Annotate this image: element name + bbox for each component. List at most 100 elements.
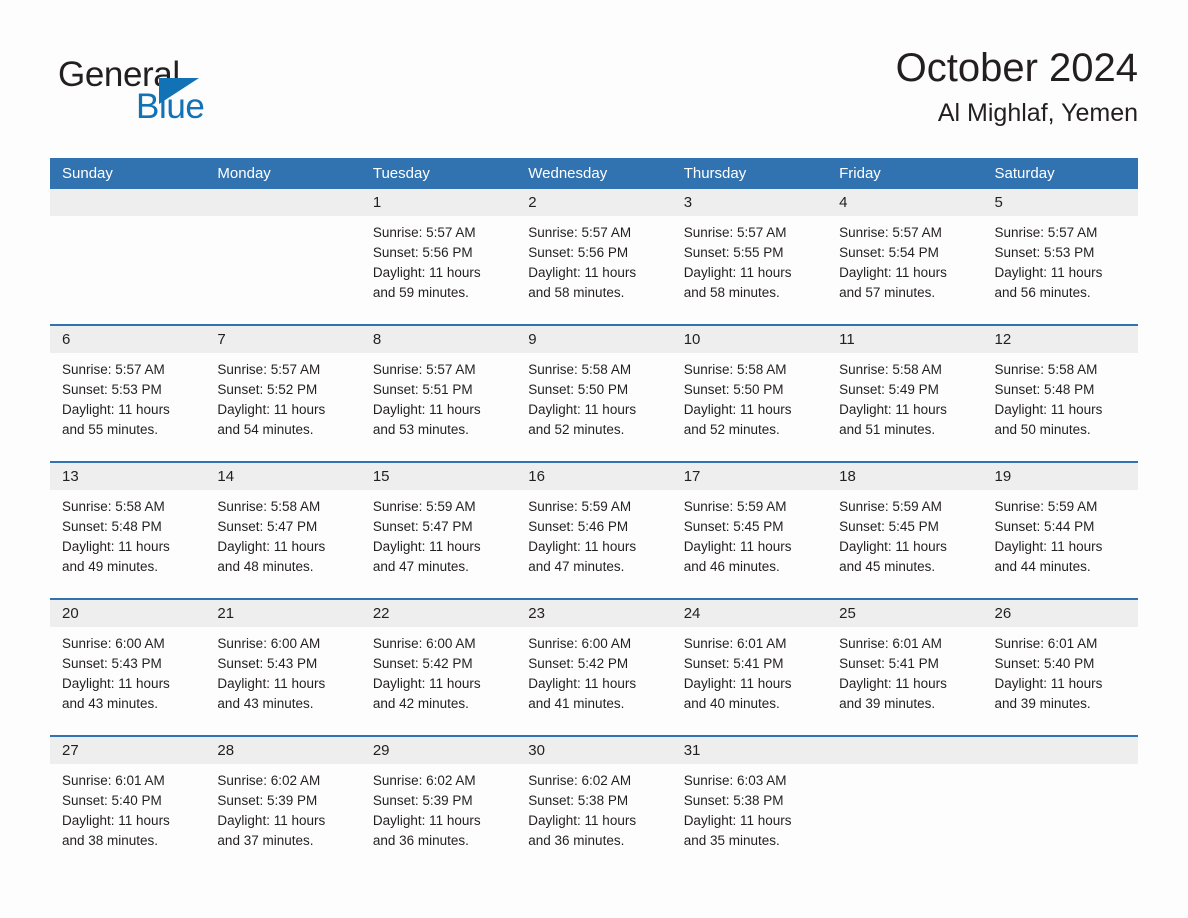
daylight-text-line2: and 47 minutes. [372, 559, 469, 574]
daylight-text-line1: Daylight: 11 hours [839, 539, 947, 554]
calendar-weeks: 1 2 3 4 5 Sunrise: 5:57 AM Sunset: 5:56 PM Dayl… [50, 189, 1138, 872]
sunset-text: Sunset: 5:44 PM [994, 519, 1095, 534]
daylight-text-line1: Daylight: 11 hours [528, 676, 637, 691]
day-number[interactable]: 22 [361, 600, 516, 627]
general-blue-logo[interactable]: General Blue [58, 56, 308, 132]
day-number[interactable]: 9 [516, 326, 671, 353]
day-cell[interactable]: Sunrise: 6:00 AM Sunset: 5:43 PM Daylight:… [205, 627, 360, 735]
day-cell[interactable]: Sunrise: 6:00 AM Sunset: 5:42 PM Daylight:… [361, 627, 516, 735]
daylight-text-line2: and 40 minutes. [683, 696, 780, 711]
day-cell[interactable]: Sunrise: 6:01 AM Sunset: 5:40 PM Daylight:… [983, 627, 1138, 735]
daylight-text-line1: Daylight: 11 hours [994, 402, 1103, 417]
day-cell[interactable]: Sunrise: 5:57 AM Sunset: 5:54 PM Daylight:… [827, 216, 982, 324]
day-cell[interactable]: Sunrise: 5:57 AM Sunset: 5:56 PM Daylight:… [516, 216, 671, 324]
weekday-header-tuesday: Tuesday [372, 165, 430, 182]
day-number[interactable]: 12 [983, 326, 1138, 353]
daylight-text-line1: Daylight: 11 hours [528, 539, 637, 554]
day-number[interactable]: 15 [361, 463, 516, 490]
day-number[interactable]: 23 [516, 600, 671, 627]
sunset-text: Sunset: 5:49 PM [839, 382, 939, 397]
day-number[interactable]: 19 [983, 463, 1138, 490]
day-cell-empty [50, 216, 205, 324]
day-cell[interactable]: Sunrise: 5:59 AM Sunset: 5:47 PM Daylight:… [361, 490, 516, 598]
day-cell[interactable]: Sunrise: 6:00 AM Sunset: 5:42 PM Daylight:… [516, 627, 671, 735]
sunrise-text: Sunrise: 5:59 AM [994, 499, 1098, 514]
day-number[interactable]: 10 [672, 326, 827, 353]
daylight-text-line2: and 45 minutes. [839, 559, 936, 574]
day-number[interactable]: 1 [361, 189, 516, 216]
title-block: October 2024 Al Mighlaf, Yemen [896, 44, 1138, 128]
sunset-text: Sunset: 5:52 PM [217, 382, 318, 397]
day-number[interactable]: 24 [672, 600, 827, 627]
day-cell[interactable]: Sunrise: 6:03 AM Sunset: 5:38 PM Daylight:… [672, 764, 827, 872]
day-cell[interactable]: Sunrise: 5:57 AM Sunset: 5:53 PM Daylight:… [983, 216, 1138, 324]
day-number[interactable]: 20 [50, 600, 205, 627]
day-cell-empty [205, 216, 360, 324]
day-number[interactable]: 28 [205, 737, 360, 764]
day-cell[interactable]: Sunrise: 5:57 AM Sunset: 5:56 PM Daylight:… [361, 216, 516, 324]
day-number[interactable]: 11 [827, 326, 982, 353]
daylight-text-line2: and 43 minutes. [217, 696, 314, 711]
day-number[interactable]: 2 [516, 189, 671, 216]
day-cell[interactable]: Sunrise: 5:58 AM Sunset: 5:49 PM Daylight:… [827, 353, 982, 461]
day-number[interactable]: 14 [205, 463, 360, 490]
day-cell[interactable]: Sunrise: 6:02 AM Sunset: 5:38 PM Daylight:… [516, 764, 671, 872]
day-cell[interactable]: Sunrise: 5:59 AM Sunset: 5:45 PM Daylight:… [827, 490, 982, 598]
day-cell[interactable]: Sunrise: 6:01 AM Sunset: 5:41 PM Daylight:… [672, 627, 827, 735]
day-number[interactable]: 6 [50, 326, 205, 353]
daylight-text-line1: Daylight: 11 hours [839, 402, 947, 417]
day-cell[interactable]: Sunrise: 6:00 AM Sunset: 5:43 PM Daylight:… [50, 627, 205, 735]
day-cell[interactable]: Sunrise: 5:57 AM Sunset: 5:51 PM Daylight:… [361, 353, 516, 461]
daylight-text-line1: Daylight: 11 hours [62, 539, 170, 554]
day-number[interactable]: 8 [361, 326, 516, 353]
day-number[interactable]: 26 [983, 600, 1138, 627]
calendar-page: General Blue October 2024 Al Mighlaf, Ye… [0, 0, 1188, 918]
day-number[interactable]: 27 [50, 737, 205, 764]
daylight-text-line1: Daylight: 11 hours [372, 402, 481, 417]
daylight-text-line2: and 59 minutes. [372, 285, 469, 300]
day-cell[interactable]: Sunrise: 5:58 AM Sunset: 5:48 PM Daylight:… [50, 490, 205, 598]
day-cell[interactable]: Sunrise: 5:58 AM Sunset: 5:48 PM Daylight:… [983, 353, 1138, 461]
day-number[interactable]: 30 [516, 737, 671, 764]
day-number[interactable]: 25 [827, 600, 982, 627]
day-number[interactable]: 4 [827, 189, 982, 216]
day-number-band: 12345 [50, 189, 1138, 216]
day-number[interactable]: 31 [672, 737, 827, 764]
daylight-text-line1: Daylight: 11 hours [372, 539, 481, 554]
day-number[interactable]: 7 [205, 326, 360, 353]
day-cell[interactable]: Sunrise: 5:59 AM Sunset: 5:46 PM Daylight:… [516, 490, 671, 598]
daylight-text-line1: Daylight: 11 hours [528, 402, 637, 417]
day-number[interactable]: 17 [672, 463, 827, 490]
sunrise-text: Sunrise: 5:58 AM [839, 362, 942, 377]
day-cell[interactable]: Sunrise: 6:01 AM Sunset: 5:40 PM Daylight:… [50, 764, 205, 872]
sunrise-text: Sunrise: 6:03 AM [683, 773, 787, 788]
day-cell[interactable]: Sunrise: 5:57 AM Sunset: 5:55 PM Daylight:… [672, 216, 827, 324]
day-cell[interactable]: Sunrise: 5:58 AM Sunset: 5:50 PM Daylight:… [516, 353, 671, 461]
day-cell[interactable]: Sunrise: 5:58 AM Sunset: 5:47 PM Daylight:… [205, 490, 360, 598]
daylight-text-line2: and 39 minutes. [994, 696, 1091, 711]
day-cell[interactable]: Sunrise: 5:59 AM Sunset: 5:44 PM Daylight:… [983, 490, 1138, 598]
day-cell[interactable]: Sunrise: 5:57 AM Sunset: 5:53 PM Daylight:… [50, 353, 205, 461]
day-cell[interactable]: Sunrise: 5:59 AM Sunset: 5:45 PM Daylight:… [672, 490, 827, 598]
sunset-text: Sunset: 5:41 PM [683, 656, 784, 671]
day-cell[interactable]: Sunrise: 6:02 AM Sunset: 5:39 PM Daylight:… [205, 764, 360, 872]
sunset-text: Sunset: 5:54 PM [839, 245, 939, 260]
day-cell[interactable]: Sunrise: 6:02 AM Sunset: 5:39 PM Daylight:… [361, 764, 516, 872]
day-cell[interactable]: Sunrise: 5:57 AM Sunset: 5:52 PM Daylight:… [205, 353, 360, 461]
day-number[interactable]: 3 [672, 189, 827, 216]
day-number[interactable]: 16 [516, 463, 671, 490]
day-number[interactable]: 18 [827, 463, 982, 490]
day-number[interactable]: 5 [983, 189, 1138, 216]
day-number-empty [50, 189, 205, 216]
sunset-text: Sunset: 5:43 PM [217, 656, 318, 671]
day-number[interactable]: 29 [361, 737, 516, 764]
daylight-text-line1: Daylight: 11 hours [683, 813, 792, 828]
day-cell[interactable]: Sunrise: 5:58 AM Sunset: 5:50 PM Daylight:… [672, 353, 827, 461]
day-number[interactable]: 13 [50, 463, 205, 490]
day-number[interactable]: 21 [205, 600, 360, 627]
daylight-text-line2: and 54 minutes. [217, 422, 314, 437]
sunrise-text: Sunrise: 5:58 AM [217, 499, 321, 514]
day-cell[interactable]: Sunrise: 6:01 AM Sunset: 5:41 PM Daylight:… [827, 627, 982, 735]
daylight-text-line2: and 49 minutes. [62, 559, 159, 574]
daylight-text-line1: Daylight: 11 hours [683, 676, 792, 691]
